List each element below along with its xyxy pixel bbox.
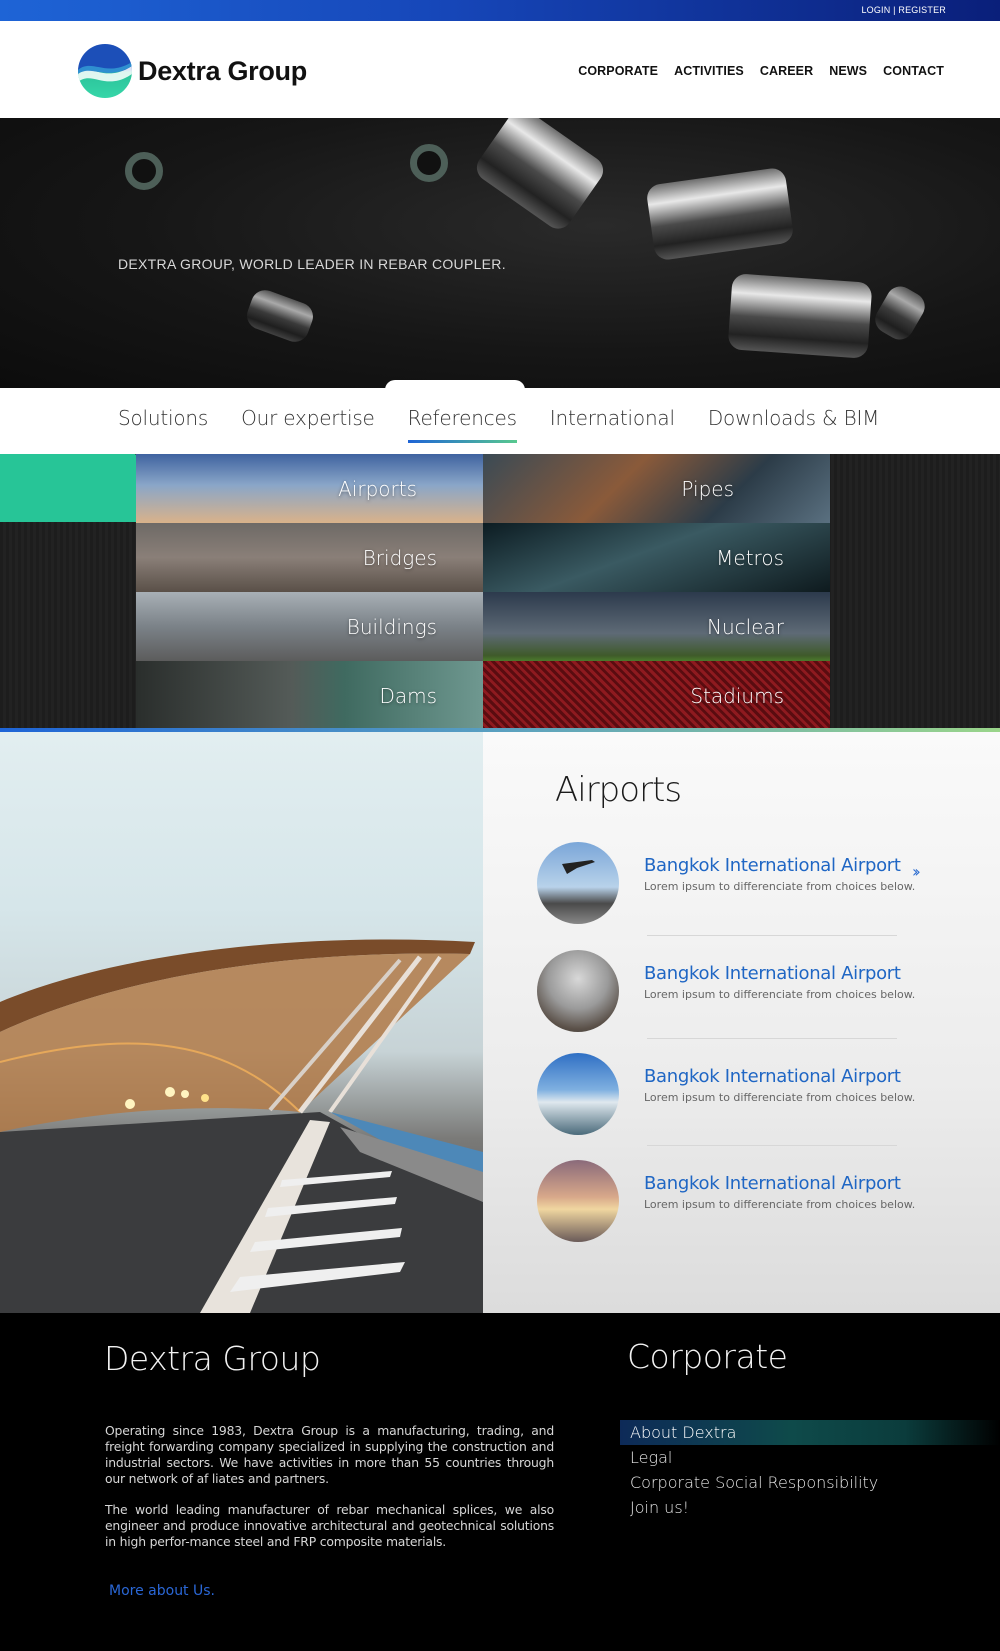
category-label: Airports <box>338 476 417 501</box>
site-header: Dextra Group CORPORATE ACTIVITIES CAREER… <box>0 21 1000 118</box>
reference-title: Bangkok International Airport <box>644 1066 901 1087</box>
nav-activities[interactable]: ACTIVITIES <box>674 64 744 78</box>
tab-our-expertise[interactable]: Our expertise <box>241 406 375 442</box>
reference-item[interactable]: Bangkok International Airport Lorem ipsu… <box>537 1038 957 1135</box>
tab-solutions[interactable]: Solutions <box>118 406 208 442</box>
category-buildings[interactable]: Buildings <box>136 592 483 661</box>
tab-international[interactable]: International <box>550 406 675 442</box>
nav-corporate[interactable]: CORPORATE <box>578 64 658 78</box>
login-register-link[interactable]: LOGIN | REGISTER <box>861 5 946 15</box>
category-label: Metros <box>716 545 784 570</box>
reference-item[interactable]: Bangkok International Airport Lorem ipsu… <box>537 842 957 924</box>
reference-title: Bangkok International Airport <box>644 963 901 984</box>
separator <box>647 935 897 936</box>
footer-corporate-heading: Corporate <box>627 1337 788 1376</box>
footer-link-legal[interactable]: Legal <box>620 1445 1000 1470</box>
footer-link-join-us[interactable]: Join us! <box>620 1495 1000 1520</box>
footer-link-csr[interactable]: Corporate Social Responsibility <box>620 1470 1000 1495</box>
reference-thumbnail <box>537 842 619 924</box>
reference-description: Lorem ipsum to differenciate from choice… <box>644 1091 916 1104</box>
airports-reference-panel: Airports Bangkok International Airport L… <box>483 732 1000 1313</box>
nav-contact[interactable]: CONTACT <box>883 64 944 78</box>
coupler-ring-image <box>125 152 163 190</box>
category-label: Stadiums <box>690 683 784 708</box>
tab-notch <box>385 380 525 390</box>
reference-thumbnail <box>537 1053 619 1135</box>
chevron-right-icon[interactable]: ›› <box>912 862 921 881</box>
category-airports[interactable]: Airports <box>136 454 483 523</box>
reference-title: Bangkok International Airport <box>644 855 901 876</box>
coupler-cylinder-image <box>243 286 317 346</box>
footer-about-paragraph: The world leading manufacturer of rebar … <box>105 1502 554 1549</box>
category-label: Buildings <box>346 614 437 639</box>
category-metros[interactable]: Metros <box>483 523 830 592</box>
reference-description: Lorem ipsum to differenciate from choice… <box>644 880 916 893</box>
category-stadiums[interactable]: Stadiums <box>483 661 830 730</box>
coupler-cylinder-image <box>645 166 795 262</box>
reference-thumbnail <box>537 950 619 1032</box>
reference-description: Lorem ipsum to differenciate from choice… <box>644 1198 916 1211</box>
main-nav: CORPORATE ACTIVITIES CAREER NEWS CONTACT <box>578 64 944 78</box>
footer-link-about-dextra[interactable]: About Dextra <box>620 1420 1000 1445</box>
hero-tagline: DEXTRA GROUP, WORLD LEADER IN REBAR COUP… <box>118 256 506 272</box>
more-about-us-link[interactable]: More about Us. <box>109 1583 215 1599</box>
coupler-cylinder-image <box>870 281 930 345</box>
logo-text: Dextra Group <box>138 55 307 86</box>
footer-about-paragraph: Operating since 1983, Dextra Group is a … <box>105 1423 554 1486</box>
coupler-cylinder-image <box>471 118 609 235</box>
hero-banner: DEXTRA GROUP, WORLD LEADER IN REBAR COUP… <box>0 118 1000 388</box>
category-label: Nuclear <box>707 614 784 639</box>
dextra-logo-icon <box>78 44 132 98</box>
category-pipes[interactable]: Pipes <box>483 454 830 523</box>
tab-references[interactable]: References <box>407 406 517 443</box>
coupler-ring-image <box>410 144 448 182</box>
footer-company-heading: Dextra Group <box>104 1339 321 1378</box>
airports-heading: Airports <box>555 770 682 810</box>
section-tabs: Solutions Our expertise References Inter… <box>0 380 1000 454</box>
category-dams[interactable]: Dams <box>136 661 483 730</box>
reference-description: Lorem ipsum to differenciate from choice… <box>644 988 916 1001</box>
category-bridges[interactable]: Bridges <box>136 523 483 592</box>
reference-item[interactable]: Bangkok International Airport Lorem ipsu… <box>537 935 957 1032</box>
category-nuclear[interactable]: Nuclear <box>483 592 830 661</box>
top-bar: LOGIN | REGISTER <box>0 0 1000 21</box>
reference-title: Bangkok International Airport <box>644 1173 901 1194</box>
corporate-links: About Dextra Legal Corporate Social Resp… <box>620 1420 1000 1520</box>
nav-career[interactable]: CAREER <box>760 64 813 78</box>
site-footer: Dextra Group Operating since 1983, Dextr… <box>0 1313 1000 1651</box>
category-label: Bridges <box>362 545 437 570</box>
separator <box>647 1145 897 1146</box>
coupler-cylinder-image <box>727 273 873 359</box>
category-label: Pipes <box>681 476 734 501</box>
logo[interactable]: Dextra Group <box>78 44 307 98</box>
reference-thumbnail <box>537 1160 619 1242</box>
nav-news[interactable]: NEWS <box>829 64 867 78</box>
separator <box>647 1038 897 1039</box>
category-label: Dams <box>379 683 437 708</box>
reference-item[interactable]: Bangkok International Airport Lorem ipsu… <box>537 1145 957 1242</box>
category-grid: Airports Pipes Bridges Metros Buildings … <box>0 454 1000 730</box>
airport-terminal-photo <box>0 732 483 1313</box>
tab-downloads-bim[interactable]: Downloads & BIM <box>708 406 880 442</box>
